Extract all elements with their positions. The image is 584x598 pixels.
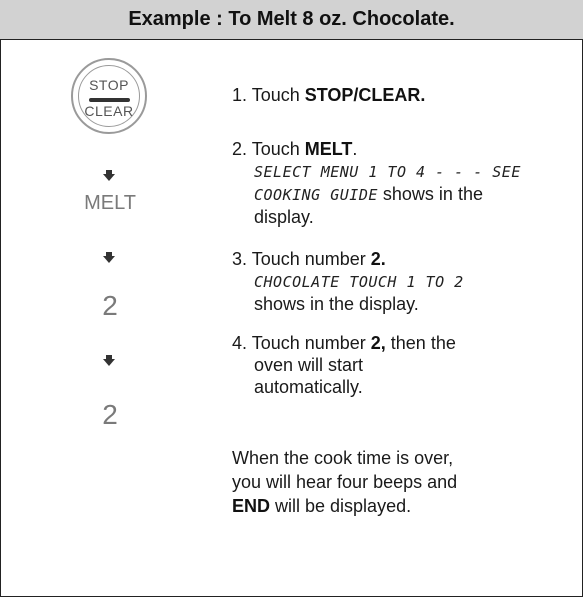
- stop-clear-key-icon: STOP CLEAR: [71, 58, 147, 134]
- stop-label: STOP: [89, 77, 129, 93]
- melt-key-label: MELT: [84, 192, 136, 214]
- step-2: 2. Touch MELT. SELECT MENU 1 TO 4 - - - …: [232, 139, 521, 227]
- step-1: 1. Touch STOP/CLEAR.: [232, 85, 426, 105]
- display-message-cont: COOKING GUIDE: [254, 186, 378, 204]
- clear-label: CLEAR: [84, 103, 134, 119]
- number-key-2: 2: [102, 290, 118, 321]
- key-sequence: STOP CLEAR MELT 2 2: [0, 40, 210, 597]
- stop-clear-divider: [89, 98, 130, 102]
- number-key-2-second: 2: [102, 399, 118, 430]
- step-3: 3. Touch number 2. CHOCOLATE TOUCH 1 TO …: [232, 249, 464, 314]
- display-message: SELECT MENU 1 TO 4 - - - SEE: [254, 163, 521, 181]
- display-message: CHOCOLATE TOUCH 1 TO 2: [254, 273, 464, 291]
- step-4: 4. Touch number 2, then the oven will st…: [232, 333, 456, 397]
- example-title: Example : To Melt 8 oz. Chocolate.: [128, 8, 455, 30]
- stop-clear-key-ring: STOP CLEAR: [78, 65, 140, 127]
- example-header: Example : To Melt 8 oz. Chocolate.: [0, 0, 583, 40]
- completion-note: When the cook time is over, you will hea…: [232, 448, 458, 516]
